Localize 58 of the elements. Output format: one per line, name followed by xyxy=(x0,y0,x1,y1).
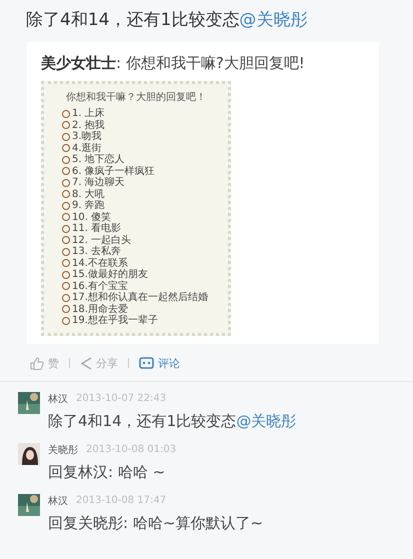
circle-icon xyxy=(62,190,70,198)
circle-icon xyxy=(62,156,70,164)
list-item: 3.吻我 xyxy=(72,131,102,142)
circle-icon xyxy=(62,270,70,279)
circle-icon xyxy=(62,121,70,130)
list-item: 4.逛街 xyxy=(72,142,102,154)
list-item: 13. 去私奔 xyxy=(72,246,122,258)
list-item: 11. 看电影 xyxy=(72,223,122,234)
list-item: 14.不在联系 xyxy=(72,258,128,269)
comment-button[interactable]: 评论 xyxy=(139,356,180,370)
circle-icon xyxy=(62,167,70,176)
commenter-name[interactable]: 林汉 xyxy=(48,494,68,508)
post-text: 除了4和14，还有1比较变态@关晓彤 xyxy=(25,9,308,32)
share-button[interactable]: 分享 xyxy=(80,356,118,370)
circle-icon xyxy=(62,213,70,222)
comment-text: 除了4和14，还有1比较变态@关晓彤 xyxy=(48,412,296,430)
like-button[interactable]: 赞 xyxy=(30,356,59,370)
circle-icon xyxy=(62,110,70,118)
circle-icon xyxy=(62,305,70,314)
list-item: 17.想和你认真在一起然后结婚 xyxy=(72,292,208,304)
comment-icon xyxy=(139,356,154,370)
list-item: 10. 傻笑 xyxy=(72,212,112,222)
circle-icon xyxy=(62,294,70,302)
list-item: 7. 海边聊天 xyxy=(72,177,125,188)
comment-text: 回复林汉: 哈哈 ~ xyxy=(48,462,166,482)
circle-icon xyxy=(62,178,70,187)
repost-text: 美少女壮士: 你想和我干嘛?大胆回复吧! xyxy=(41,54,306,73)
comment-time: 2013-10-08 17:47 xyxy=(76,495,166,506)
list-item: 1. 上床 xyxy=(72,108,105,120)
list-item: 15.做最好的朋友 xyxy=(72,269,148,280)
list-item: 19.想在乎我一辈子 xyxy=(72,315,158,326)
circle-icon xyxy=(62,248,70,256)
image-title: 你想和我干嘛？大胆的回复吧！ xyxy=(66,90,207,104)
list-item: 8. 大吼 xyxy=(72,188,105,200)
circle-icon xyxy=(62,224,70,233)
comment-text: 回复关晓彤: 哈哈~算你默认了~ xyxy=(48,514,263,532)
circle-icon xyxy=(62,202,70,210)
list-item: 18.用命去爱 xyxy=(72,304,128,314)
comment-time: 2013-10-07 22:43 xyxy=(76,393,166,404)
mention-link[interactable]: @关晓彤 xyxy=(236,412,296,430)
mention-link[interactable]: @关晓彤 xyxy=(239,10,308,30)
comment-time: 2013-10-08 01:03 xyxy=(86,444,176,455)
commenter-name[interactable]: 林汉 xyxy=(48,392,68,406)
list-item: 12. 一起白头 xyxy=(72,234,132,246)
list-item: 16.有个宝宝 xyxy=(72,280,128,292)
list-item: 6. 像疯子一样疯狂 xyxy=(72,166,155,176)
list-item: 5. 地下恋人 xyxy=(72,154,125,166)
circle-icon xyxy=(62,282,70,290)
thumbs-up-icon xyxy=(30,356,44,370)
list-item: 9. 奔跑 xyxy=(72,200,105,212)
circle-icon xyxy=(62,236,70,244)
list-item: 2. 抱我 xyxy=(72,120,105,130)
share-icon xyxy=(80,356,92,370)
commenter-name[interactable]: 关晓彤 xyxy=(48,442,78,456)
circle-icon xyxy=(62,132,70,141)
circle-icon xyxy=(62,259,70,268)
circle-icon xyxy=(62,144,70,152)
circle-icon xyxy=(62,316,70,325)
